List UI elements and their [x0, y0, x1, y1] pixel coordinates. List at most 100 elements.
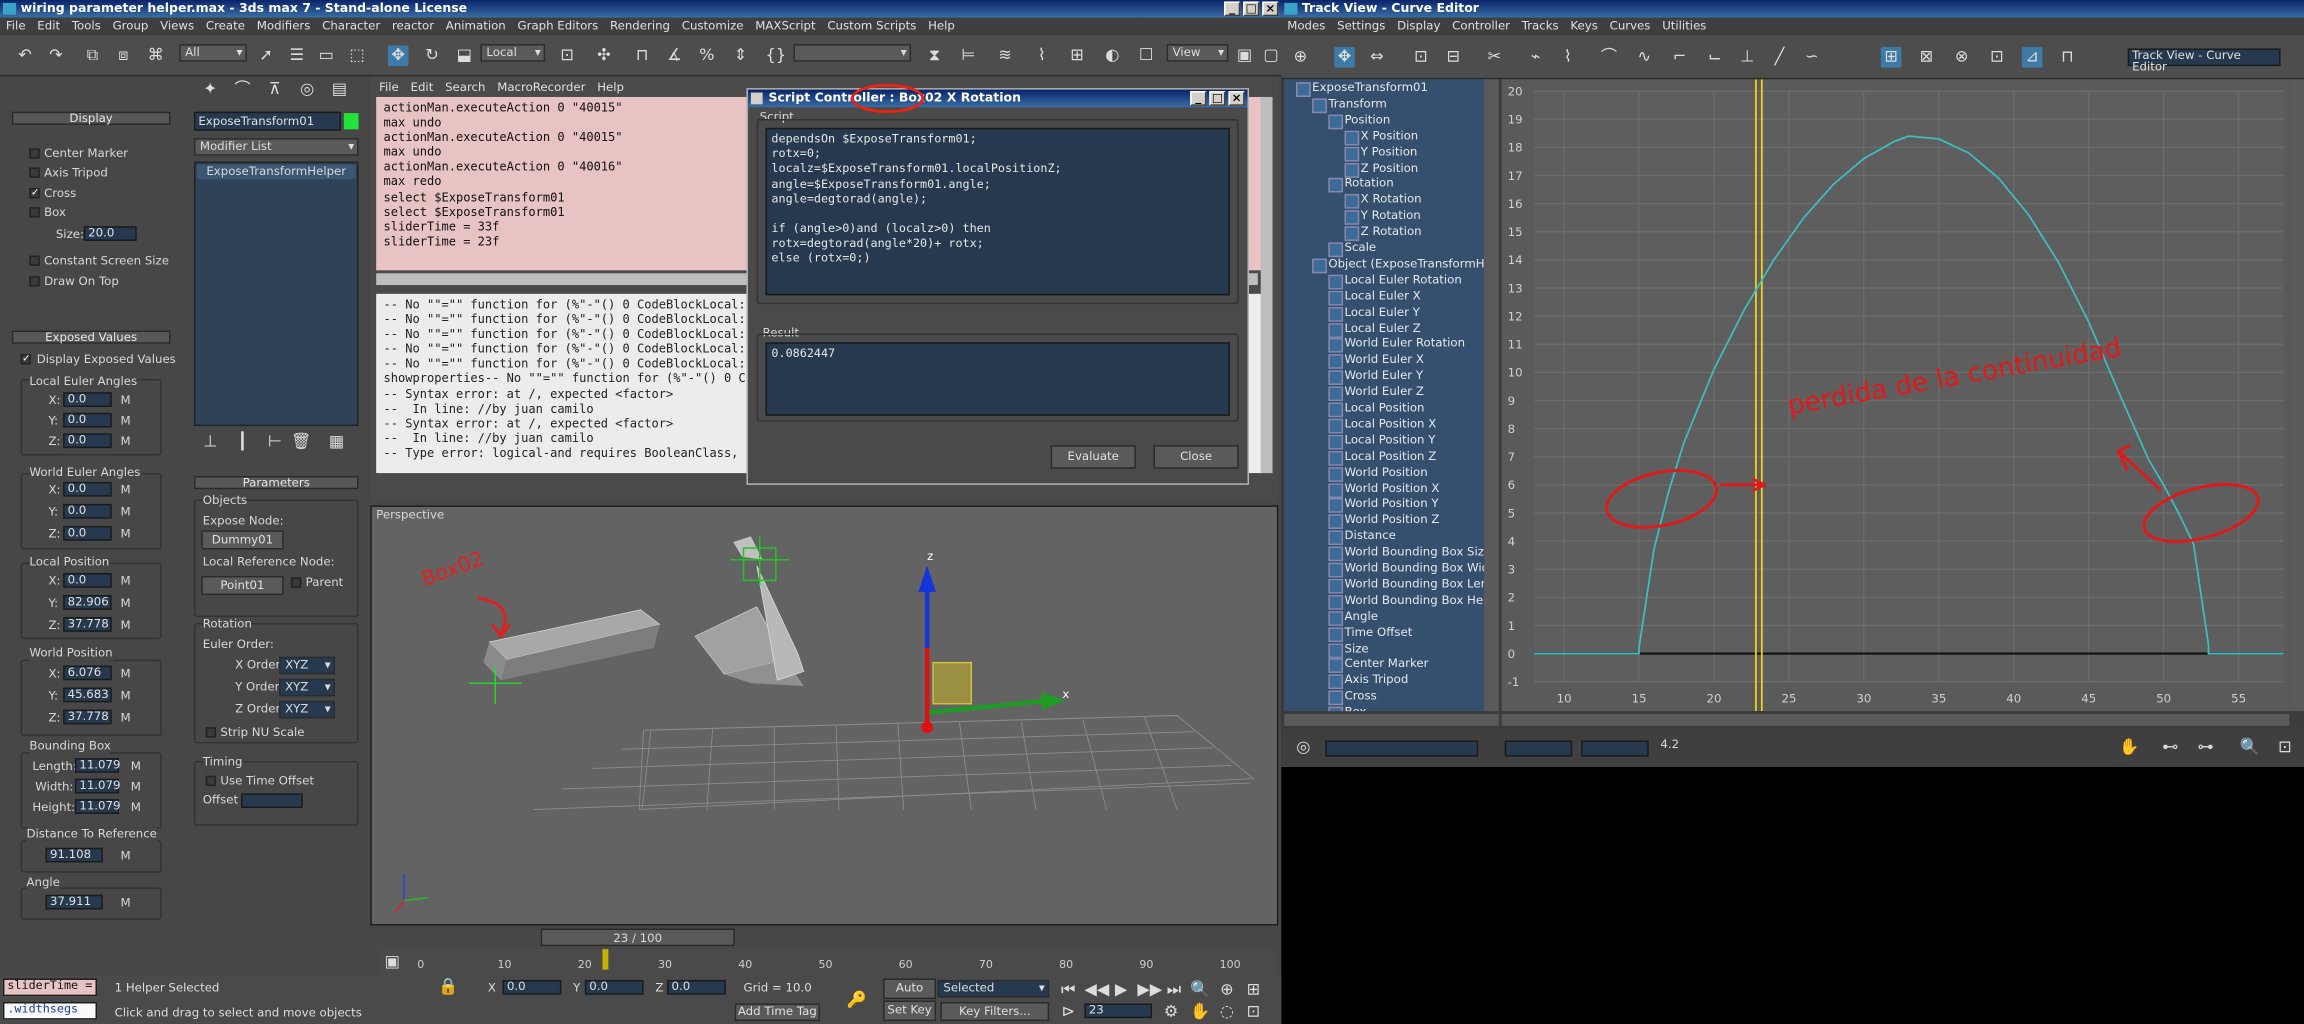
- track-tree-item[interactable]: Local Euler Y: [1328, 305, 1420, 322]
- trackbar-menu-icon[interactable]: ▣: [382, 952, 403, 973]
- tv-menu-settings[interactable]: Settings: [1331, 18, 1391, 36]
- world-euler-z[interactable]: 0.0: [63, 525, 112, 541]
- auto-key-button[interactable]: Auto Key: [883, 978, 937, 1012]
- render-scene-icon[interactable]: ☐: [1136, 46, 1157, 67]
- manipulate-icon[interactable]: ✣: [594, 46, 615, 67]
- max-menu-views[interactable]: Views: [154, 18, 200, 36]
- track-tree-item[interactable]: Local Position X: [1328, 417, 1436, 434]
- track-tree-item[interactable]: World Euler Z: [1328, 385, 1424, 402]
- goto-end-icon[interactable]: ⏭: [1164, 980, 1185, 1001]
- lock-selection-tv-icon[interactable]: ⊞: [1880, 47, 1902, 68]
- use-time-offset-checkbox[interactable]: [205, 775, 217, 787]
- unlink-icon[interactable]: ⧈: [113, 46, 134, 67]
- z-order-dropdown[interactable]: XYZ: [279, 700, 336, 719]
- modify-tab-icon[interactable]: ⌒: [232, 79, 253, 100]
- cross-checkbox[interactable]: ✓: [29, 187, 40, 199]
- local-pos-y[interactable]: 82.906: [63, 595, 112, 610]
- parent-checkbox[interactable]: [290, 577, 302, 588]
- tangent-fast-icon[interactable]: ⌐: [1669, 47, 1690, 68]
- link-icon[interactable]: ⧉: [82, 46, 103, 67]
- key-filters-button[interactable]: Key Filters...: [940, 1001, 1050, 1022]
- constant-screen-size-checkbox[interactable]: [29, 255, 40, 266]
- local-pos-x[interactable]: 0.0: [63, 572, 112, 588]
- mirror-icon[interactable]: ⧗: [924, 46, 945, 67]
- tv-menu-modes[interactable]: Modes: [1281, 18, 1331, 36]
- modifier-stack-item[interactable]: ExposeTransformHelper: [196, 164, 356, 180]
- expose-node-button[interactable]: Dummy01: [201, 530, 284, 550]
- zoom-selected-object-icon[interactable]: ◎: [1293, 738, 1314, 759]
- tree-vscroll[interactable]: [1484, 79, 1499, 712]
- tv-frame-field[interactable]: [1504, 740, 1573, 757]
- script-editor[interactable]: dependsOn $ExposeTransform01; rotx=0; loca…: [765, 127, 1230, 296]
- world-euler-y[interactable]: 0.0: [63, 503, 112, 519]
- track-tree-item[interactable]: World Euler Rotation: [1328, 337, 1465, 354]
- draw-on-top-checkbox[interactable]: [29, 276, 40, 287]
- local-ref-button[interactable]: Point01: [201, 575, 284, 596]
- make-unique-icon[interactable]: ⊢: [264, 432, 285, 453]
- local-euler-z[interactable]: 0.0: [63, 433, 112, 449]
- world-euler-x[interactable]: 0.0: [63, 481, 112, 497]
- max-menu-character[interactable]: Character: [316, 18, 386, 36]
- tv-zoom-value-icon[interactable]: ⊶: [2195, 738, 2216, 759]
- dialog-minimize-button[interactable]: _: [1190, 91, 1207, 106]
- world-pos-x[interactable]: 6.076: [63, 665, 112, 681]
- key-mode-icon[interactable]: ⊳: [1058, 1002, 1079, 1023]
- angle-value[interactable]: 37.911: [45, 894, 103, 910]
- evaluate-button[interactable]: Evaluate: [1050, 445, 1136, 469]
- x-coord[interactable]: 0.0: [502, 979, 562, 995]
- tangent-custom-icon[interactable]: ∿: [1634, 47, 1655, 68]
- y-coord[interactable]: 0.0: [584, 979, 644, 995]
- max-menu-edit[interactable]: Edit: [31, 18, 66, 36]
- dialog-close-button[interactable]: ×: [1228, 91, 1245, 106]
- track-tree-item[interactable]: World Euler X: [1328, 353, 1424, 370]
- parameters-rollout-header[interactable]: Parameters: [193, 476, 359, 490]
- center-marker-checkbox[interactable]: [29, 148, 40, 159]
- listener-menu-edit[interactable]: Edit: [405, 79, 440, 97]
- track-tree-item[interactable]: Transform: [1312, 97, 1387, 113]
- local-euler-y[interactable]: 0.0: [63, 412, 112, 428]
- prev-frame-icon[interactable]: ◀◀: [1084, 980, 1109, 1001]
- minimize-button[interactable]: _: [1224, 1, 1241, 17]
- move-keys-icon[interactable]: ✥: [1334, 47, 1355, 68]
- track-tree-item[interactable]: Scale: [1328, 241, 1376, 258]
- schematic-view-icon[interactable]: ⊞: [1067, 46, 1088, 67]
- tangent-linear-icon[interactable]: ╱: [1769, 47, 1790, 68]
- zoom-icon[interactable]: 🔍: [1190, 980, 1211, 1001]
- track-tree-item[interactable]: Box: [1328, 705, 1366, 712]
- track-tree-item[interactable]: Axis Tripod: [1328, 673, 1408, 690]
- add-time-tag-button[interactable]: Add Time Tag: [734, 1003, 820, 1022]
- rotate-icon[interactable]: ↻: [422, 46, 443, 67]
- snap-icon[interactable]: ⊓: [632, 46, 653, 67]
- max-menu-animation[interactable]: Animation: [440, 18, 512, 36]
- tangent-smooth-icon[interactable]: ∽: [1801, 47, 1822, 68]
- track-tree-item[interactable]: Local Euler X: [1328, 289, 1421, 306]
- edit-named-selection-icon[interactable]: {}: [766, 46, 787, 67]
- next-frame-icon[interactable]: ▶▶: [1137, 980, 1162, 1001]
- track-tree-item[interactable]: X Rotation: [1344, 193, 1422, 210]
- track-tree-item[interactable]: Distance: [1328, 529, 1396, 546]
- tv-zoom-icon[interactable]: 🔍: [2239, 738, 2260, 759]
- spinner-snap-icon[interactable]: ⇕: [730, 46, 751, 67]
- max-menu-rendering[interactable]: Rendering: [604, 18, 676, 36]
- percent-snap-icon[interactable]: %: [696, 46, 717, 67]
- axis-tripod-checkbox[interactable]: [29, 167, 40, 178]
- bbox-height[interactable]: 11.079: [74, 799, 120, 814]
- tv-menu-utilities[interactable]: Utilities: [1656, 18, 1712, 36]
- display-tab-icon[interactable]: ▤: [329, 79, 350, 100]
- bbox-width[interactable]: 11.079: [74, 778, 120, 794]
- tree-hscroll[interactable]: [1284, 714, 1499, 726]
- bbox-length[interactable]: 11.079: [74, 758, 120, 773]
- track-tree-item[interactable]: Local Euler Rotation: [1328, 273, 1462, 290]
- local-pos-z[interactable]: 37.778: [63, 617, 112, 632]
- material-editor-icon[interactable]: ◐: [1102, 46, 1123, 67]
- current-frame-marker[interactable]: [602, 949, 609, 970]
- remove-modifier-icon[interactable]: 🗑: [291, 432, 312, 453]
- graph-hscroll[interactable]: [1501, 714, 2290, 726]
- track-tree-item[interactable]: Center Marker: [1328, 657, 1428, 674]
- track-tree-item[interactable]: Local Euler Z: [1328, 321, 1421, 338]
- create-tab-icon[interactable]: ✦: [200, 79, 221, 100]
- zoom-extents-icon[interactable]: ⊞: [1243, 980, 1264, 1001]
- scale-icon[interactable]: ⬓: [454, 46, 475, 67]
- track-tree-item[interactable]: World Position: [1328, 465, 1428, 482]
- align-icon[interactable]: ⊨: [958, 46, 979, 67]
